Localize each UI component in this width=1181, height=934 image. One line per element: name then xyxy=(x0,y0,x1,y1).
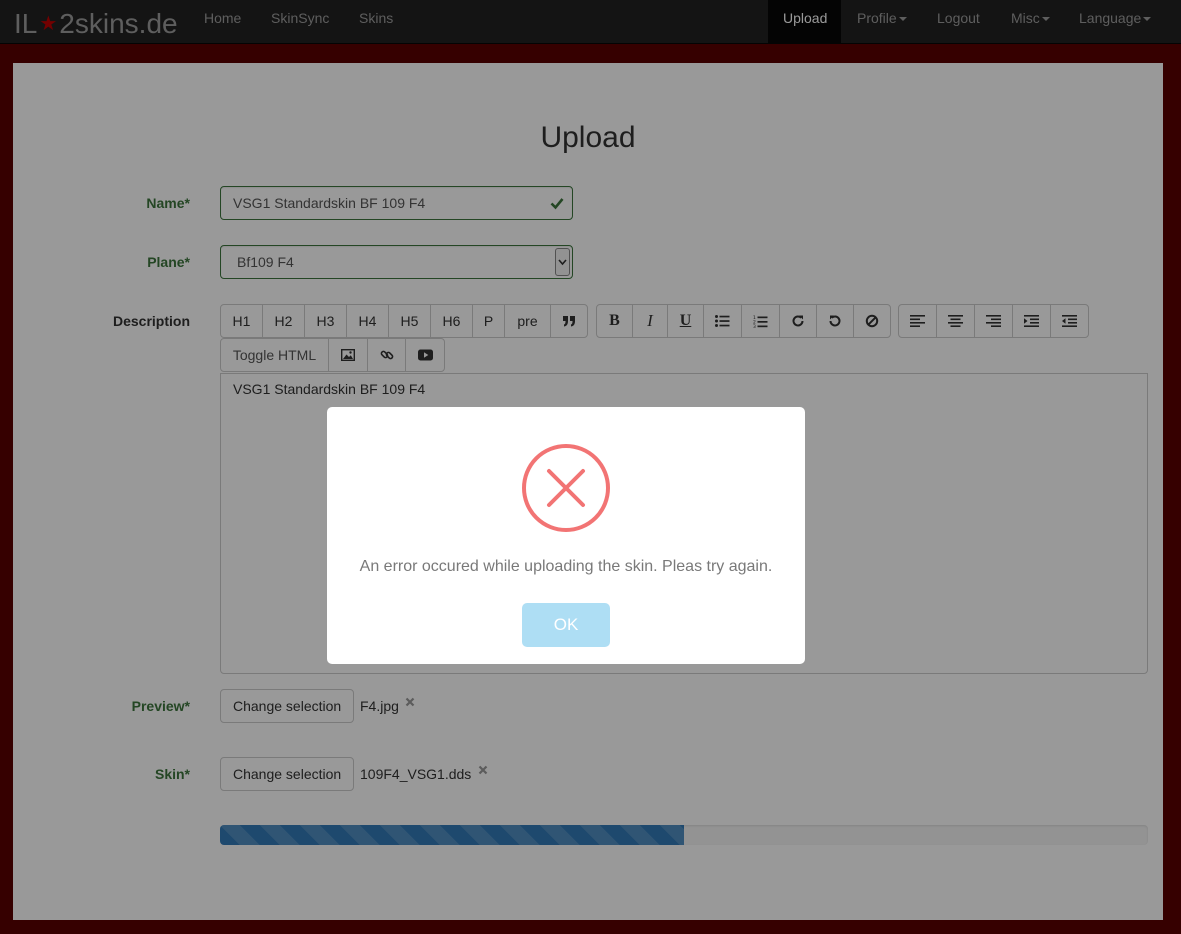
error-message: An error occured while uploading the ski… xyxy=(359,558,773,575)
error-dialog: An error occured while uploading the ski… xyxy=(327,407,805,664)
error-x-circle-icon xyxy=(522,444,610,532)
ok-button[interactable]: OK xyxy=(522,603,610,647)
